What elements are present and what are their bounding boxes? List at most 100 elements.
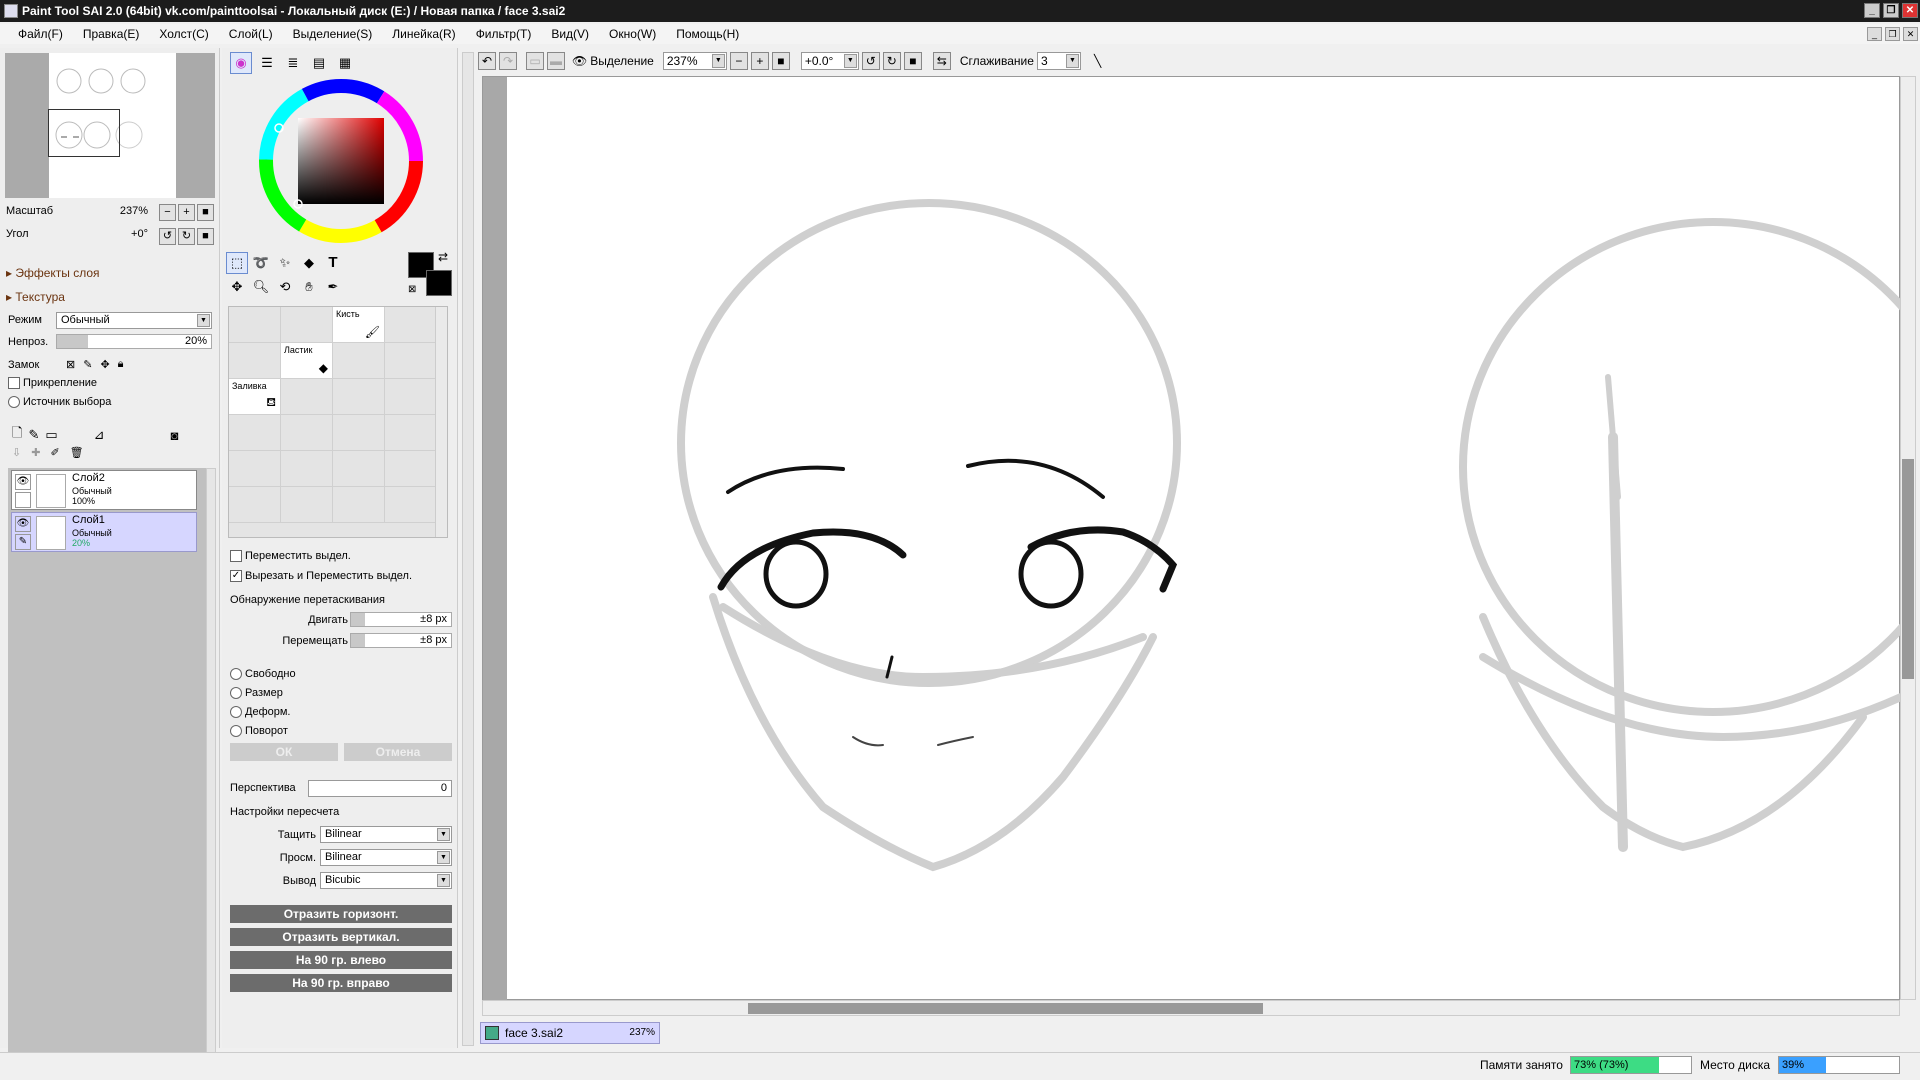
lock-transparency-icon[interactable]: ⊠	[66, 358, 75, 371]
drag-quality-dropdown[interactable]: Bilinear ▼	[320, 826, 452, 843]
minimize-button[interactable]: _	[1864, 3, 1880, 18]
eye-icon[interactable]: 👁︎	[572, 54, 587, 68]
navigator-viewport[interactable]	[48, 109, 120, 157]
selection-source-radio[interactable]	[8, 396, 20, 408]
layer-list-scrollbar[interactable]	[206, 468, 216, 1074]
flip-horizontal-button[interactable]: Отразить горизонт.	[230, 905, 452, 923]
toolbar-rotate-reset-button[interactable]: ■	[903, 52, 922, 70]
layer-item-layer1[interactable]: 👁︎ ✎ Слой1 Обычный 20%	[11, 512, 197, 552]
maximize-button[interactable]: ❐	[1883, 3, 1899, 18]
menu-selection[interactable]: Выделение(S)	[283, 24, 383, 44]
menu-canvas[interactable]: Холст(C)	[149, 24, 218, 44]
rotate-radio[interactable]	[230, 725, 242, 737]
ok-button[interactable]: ОК	[230, 743, 338, 761]
undo-button[interactable]: ↶	[478, 52, 496, 70]
merge-down-icon[interactable]: ✚	[31, 446, 40, 459]
redo-button[interactable]: ↷	[499, 52, 517, 70]
canvas-vertical-scrollbar[interactable]	[1900, 76, 1916, 1000]
eye-icon[interactable]: 👁︎	[15, 516, 31, 532]
shape-tool-icon[interactable]: ◆	[298, 252, 320, 274]
document-tab[interactable]: face 3.sai2 237%	[480, 1022, 660, 1044]
menu-filter[interactable]: Фильтр(T)	[466, 24, 542, 44]
lock-move-icon[interactable]: ✥	[100, 358, 109, 371]
pen-pressure-icon[interactable]: ╲	[1094, 54, 1101, 68]
hand-tool-icon[interactable]: ✋︎	[298, 276, 320, 298]
tool-slot-fill[interactable]: Заливка ⛾	[229, 379, 281, 415]
zoom-reset-button[interactable]: ■	[197, 204, 214, 221]
cancel-button[interactable]: Отмена	[344, 743, 452, 761]
toolbar-rotate-ccw-button[interactable]: ↺	[861, 52, 880, 70]
invert-selection-button[interactable]: ▬	[547, 52, 565, 70]
layer-mask-icon[interactable]: ◙	[171, 428, 179, 443]
canvas-horizontal-scrollbar[interactable]	[482, 1000, 1900, 1016]
transfer-down-icon[interactable]: ⇩	[12, 446, 21, 459]
color-wheel-tab-icon[interactable]: ◉	[230, 52, 252, 74]
toolbar-zoom-in-button[interactable]: +	[750, 52, 769, 70]
blend-mode-dropdown[interactable]: Обычный ▼	[56, 312, 212, 329]
tool-panel-scrollbar[interactable]	[462, 52, 474, 1046]
free-transform-radio[interactable]	[230, 668, 242, 680]
menu-view[interactable]: Вид(V)	[541, 24, 599, 44]
menu-help[interactable]: Помощь(H)	[666, 24, 749, 44]
color-wheel[interactable]	[258, 78, 424, 244]
text-tool-icon[interactable]: T	[322, 252, 344, 274]
rect-select-icon[interactable]: ⬚	[226, 252, 248, 274]
close-button[interactable]: ✕	[1902, 3, 1918, 18]
layer-item-layer2[interactable]: 👁︎ Слой2 Обычный 100%	[11, 470, 197, 510]
rotate-ccw-button[interactable]: ↺	[159, 228, 176, 245]
move-tool-icon[interactable]: ✥	[226, 276, 248, 298]
clipping-checkbox[interactable]	[8, 377, 20, 389]
toolbar-zoom-reset-button[interactable]: ■	[771, 52, 790, 70]
perspective-ruler-icon[interactable]: ⊿	[94, 427, 105, 443]
toolbar-rotate-cw-button[interactable]: ↻	[882, 52, 901, 70]
shift-threshold-slider[interactable]: ±8 px	[350, 633, 452, 648]
mdi-minimize-button[interactable]: _	[1867, 27, 1882, 41]
navigator-preview[interactable]	[5, 53, 215, 198]
flip-vertical-button[interactable]: Отразить вертикал.	[230, 928, 452, 946]
deform-radio[interactable]	[230, 706, 242, 718]
vertical-scroll-thumb[interactable]	[1902, 459, 1914, 679]
flip-view-button[interactable]: ⇆	[932, 52, 951, 70]
scale-radio[interactable]	[230, 687, 242, 699]
rgb-sliders-tab-icon[interactable]: ☰	[256, 52, 278, 74]
cut-move-checkbox[interactable]: ✓	[230, 570, 242, 582]
pencil-icon[interactable]: ✎	[15, 534, 31, 550]
mdi-close-button[interactable]: ✕	[1903, 27, 1918, 41]
zoom-dropdown[interactable]: 237% ▼	[662, 52, 727, 70]
menu-edit[interactable]: Правка(E)	[73, 24, 150, 44]
clear-layer-icon[interactable]: ✐	[50, 446, 59, 459]
deselect-button[interactable]: ▭	[526, 52, 544, 70]
delete-layer-icon[interactable]: 🗑︎	[70, 446, 84, 459]
rotate-tool-icon[interactable]: ⟲	[274, 276, 296, 298]
new-linework-layer-icon[interactable]: ✎	[28, 427, 39, 443]
output-quality-dropdown[interactable]: Bicubic ▼	[320, 872, 452, 889]
swap-colors-icon[interactable]: ⇄	[438, 250, 448, 264]
rotate-right-button[interactable]: На 90 гр. вправо	[230, 974, 452, 992]
new-folder-icon[interactable]: ▭	[45, 427, 57, 443]
rotate-left-button[interactable]: На 90 гр. влево	[230, 951, 452, 969]
preview-quality-dropdown[interactable]: Bilinear ▼	[320, 849, 452, 866]
menu-window[interactable]: Окно(W)	[599, 24, 666, 44]
secondary-color-swatch[interactable]	[426, 270, 452, 296]
tool-slot-eraser[interactable]: Ластик ◆	[281, 343, 333, 379]
smoothing-dropdown[interactable]: 3 ▼	[1036, 52, 1081, 70]
zoom-out-button[interactable]: −	[159, 204, 176, 221]
rotate-cw-button[interactable]: ↻	[178, 228, 195, 245]
horizontal-scroll-thumb[interactable]	[748, 1003, 1263, 1014]
angle-dropdown[interactable]: +0.0° ▼	[800, 52, 859, 70]
hsv-sliders-tab-icon[interactable]: ≣	[282, 52, 304, 74]
transparent-color-icon[interactable]: ⊠	[408, 284, 416, 295]
new-layer-icon[interactable]: 🗋	[12, 424, 22, 446]
mdi-restore-button[interactable]: ❐	[1885, 27, 1900, 41]
lock-paint-icon[interactable]: ✎	[83, 358, 92, 371]
opacity-slider[interactable]: 20%	[56, 334, 212, 349]
color-mixer-tab-icon[interactable]: ▤	[308, 52, 330, 74]
move-threshold-slider[interactable]: ±8 px	[350, 612, 452, 627]
rotate-reset-button[interactable]: ■	[197, 228, 214, 245]
lock-all-icon[interactable]: 🔒︎	[118, 358, 124, 371]
toolbar-zoom-out-button[interactable]: −	[729, 52, 748, 70]
swatches-tab-icon[interactable]: ▦	[334, 52, 356, 74]
drawing-canvas[interactable]	[482, 76, 1901, 1001]
angle-slider[interactable]: +0°	[6, 228, 152, 243]
menu-file[interactable]: Файл(F)	[8, 24, 73, 44]
